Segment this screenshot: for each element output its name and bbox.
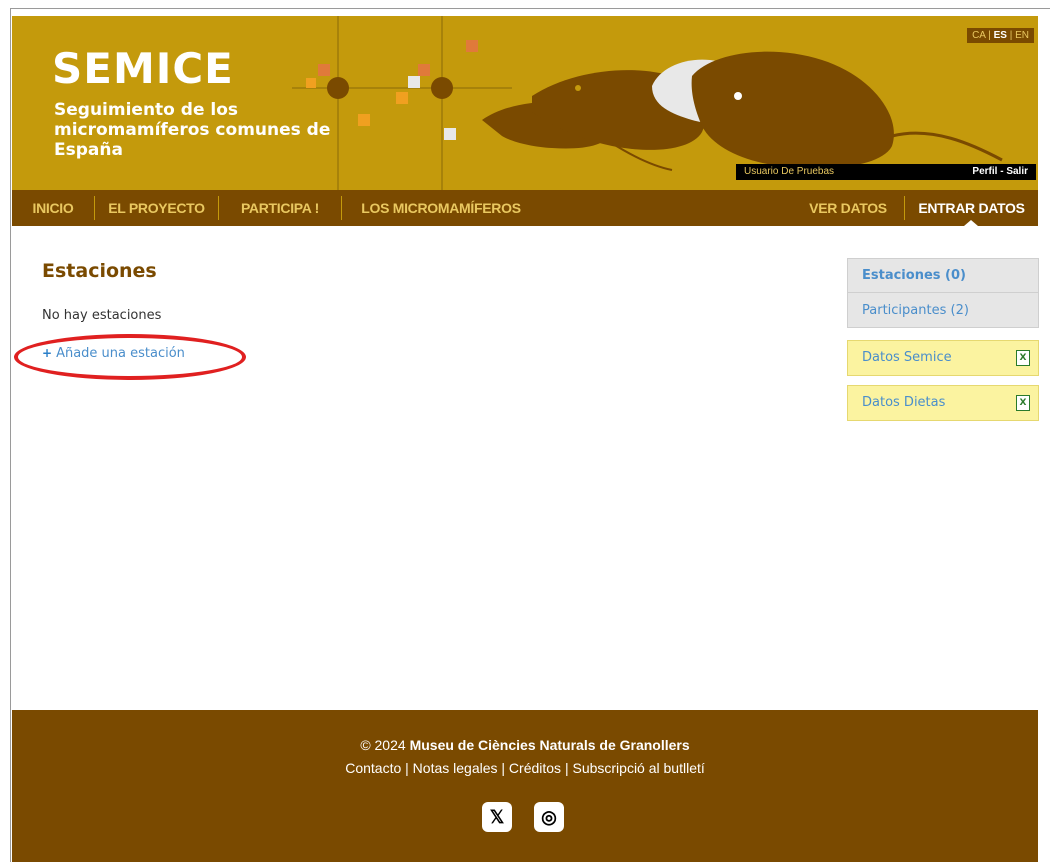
lang-en-link[interactable]: EN bbox=[1015, 30, 1029, 41]
user-bar: Usuario De Pruebas Perfil - Salir bbox=[736, 164, 1036, 180]
lang-es-link[interactable]: ES bbox=[994, 30, 1007, 41]
datos-semice-button[interactable]: Datos Semice X bbox=[847, 340, 1039, 376]
nav-active-indicator bbox=[964, 220, 978, 226]
instagram-icon[interactable]: ◎ bbox=[534, 802, 564, 832]
site-header: SEMICE Seguimiento de los micromamíferos… bbox=[12, 16, 1038, 190]
user-name: Usuario De Pruebas bbox=[744, 166, 835, 177]
copyright: © 2024 Museu de Ciències Naturals de Gra… bbox=[12, 737, 1038, 753]
highlight-circle bbox=[14, 334, 246, 380]
copyright-prefix: © 2024 bbox=[360, 737, 410, 753]
datos-dietas-button[interactable]: Datos Dietas X bbox=[847, 385, 1039, 421]
empty-stations-text: No hay estaciones bbox=[42, 308, 162, 323]
page: SEMICE Seguimiento de los micromamíferos… bbox=[12, 16, 1039, 862]
nav-los-micromamiferos[interactable]: LOS MICROMAMÍFEROS bbox=[342, 190, 540, 226]
x-twitter-icon[interactable]: 𝕏 bbox=[482, 802, 512, 832]
sidebar-item-participantes[interactable]: Participantes (2) bbox=[848, 294, 1038, 328]
main-nav: INICIO EL PROYECTO PARTICIPA ! LOS MICRO… bbox=[12, 190, 1038, 226]
datos-dietas-label: Datos Dietas bbox=[862, 395, 946, 410]
footer-links[interactable]: Contacto | Notas legales | Créditos | Su… bbox=[12, 760, 1038, 776]
nav-participa[interactable]: PARTICIPA ! bbox=[219, 190, 341, 226]
language-switcher: CA | ES | EN bbox=[967, 28, 1034, 43]
lang-ca-link[interactable]: CA bbox=[972, 30, 985, 41]
page-title: Estaciones bbox=[42, 260, 157, 282]
logo-title[interactable]: SEMICE bbox=[52, 44, 234, 93]
excel-icon: X bbox=[1016, 395, 1030, 411]
museum-name[interactable]: Museu de Ciències Naturals de Granollers bbox=[410, 737, 690, 753]
excel-icon: X bbox=[1016, 350, 1030, 366]
logo-subtitle: Seguimiento de los micromamíferos comune… bbox=[54, 100, 331, 160]
nav-ver-datos[interactable]: VER DATOS bbox=[792, 190, 904, 226]
sidebar-item-estaciones[interactable]: Estaciones (0) bbox=[848, 259, 1038, 293]
lang-separator: | bbox=[1009, 30, 1013, 41]
datos-semice-label: Datos Semice bbox=[862, 350, 952, 365]
nav-inicio[interactable]: INICIO bbox=[12, 190, 94, 226]
lang-separator: | bbox=[988, 30, 991, 41]
profile-logout-links[interactable]: Perfil - Salir bbox=[972, 166, 1028, 177]
nav-el-proyecto[interactable]: EL PROYECTO bbox=[95, 190, 218, 226]
site-footer: © 2024 Museu de Ciències Naturals de Gra… bbox=[12, 710, 1038, 862]
sidebar-menu: Estaciones (0) Participantes (2) bbox=[847, 258, 1039, 328]
